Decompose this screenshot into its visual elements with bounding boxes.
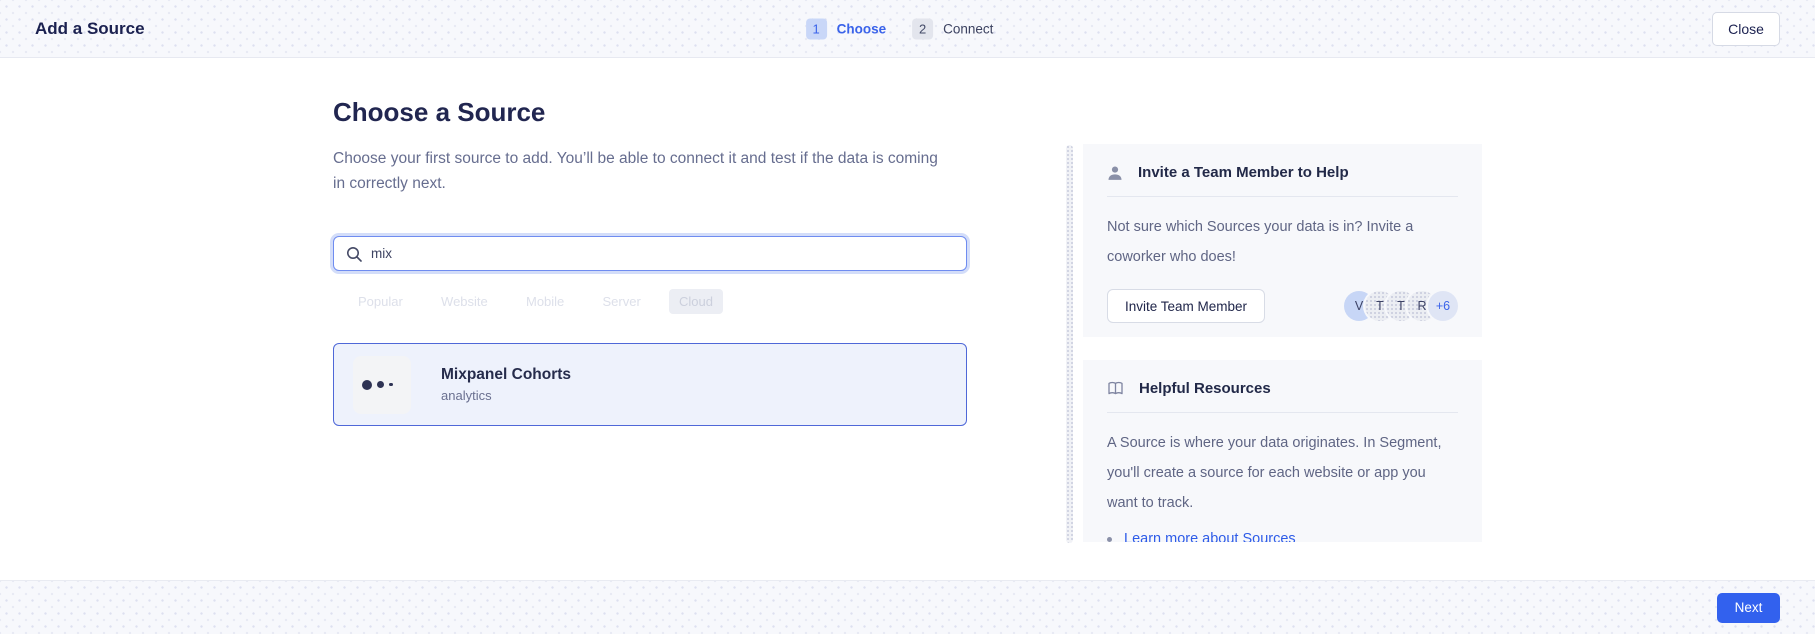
close-button[interactable]: Close	[1712, 12, 1780, 46]
source-result-mixpanel-cohorts[interactable]: Mixpanel Cohorts analytics	[333, 343, 967, 426]
stepper: 1 Choose 2 Connect	[806, 18, 1010, 39]
learn-more-sources-link[interactable]: Learn more about Sources	[1124, 531, 1296, 542]
source-result-title: Mixpanel Cohorts	[441, 366, 571, 384]
mixpanel-logo	[353, 356, 411, 414]
choose-source-heading: Choose a Source	[333, 97, 545, 128]
invite-card-body: Not sure which Sources your data is in? …	[1107, 212, 1458, 272]
source-result-category: analytics	[441, 388, 571, 403]
sidebar-scrollbar[interactable]	[1066, 145, 1073, 543]
category-tabs: Popular Website Mobile Server Cloud	[348, 289, 723, 313]
resources-card-body: A Source is where your data originates. …	[1107, 428, 1458, 518]
tab-mobile[interactable]: Mobile	[516, 289, 574, 314]
avatar-overflow-badge: +6	[1428, 291, 1458, 321]
header-bar: Add a Source 1 Choose 2 Connect Close	[0, 0, 1815, 58]
footer-bar: Next	[0, 580, 1815, 634]
step-2-badge: 2	[912, 18, 933, 39]
tab-website[interactable]: Website	[431, 289, 498, 314]
choose-source-description: Choose your first source to add. You’ll …	[333, 146, 953, 196]
step-2-label[interactable]: Connect	[943, 21, 993, 36]
source-result-text: Mixpanel Cohorts analytics	[441, 366, 571, 403]
page-title: Add a Source	[35, 19, 145, 39]
tab-popular[interactable]: Popular	[348, 289, 413, 314]
resources-card-header: Helpful Resources	[1083, 360, 1482, 412]
step-1-label[interactable]: Choose	[837, 21, 887, 36]
resources-link-list: Learn more about Sources	[1107, 531, 1458, 542]
invite-team-member-button[interactable]: Invite Team Member	[1107, 289, 1265, 323]
invite-card-title: Invite a Team Member to Help	[1138, 164, 1349, 181]
invite-team-card: Invite a Team Member to Help Not sure wh…	[1083, 144, 1482, 337]
tab-server[interactable]: Server	[593, 289, 651, 314]
tab-cloud[interactable]: Cloud	[669, 289, 723, 314]
invite-card-header: Invite a Team Member to Help	[1083, 144, 1482, 196]
divider	[1107, 412, 1458, 413]
resources-card-title: Helpful Resources	[1139, 380, 1271, 397]
bullet-icon	[1107, 537, 1112, 542]
search-input[interactable]	[371, 246, 954, 261]
source-search[interactable]	[333, 236, 967, 271]
book-icon	[1107, 381, 1124, 396]
team-avatar-group: V T T R +6	[1344, 291, 1458, 321]
divider	[1107, 196, 1458, 197]
search-icon	[346, 246, 362, 262]
person-icon	[1107, 165, 1123, 181]
helpful-resources-card: Helpful Resources A Source is where your…	[1083, 360, 1482, 542]
add-source-modal: Add a Source 1 Choose 2 Connect Close Ch…	[0, 0, 1815, 634]
list-item: Learn more about Sources	[1107, 531, 1458, 542]
invite-row: Invite Team Member V T T R +6	[1107, 289, 1458, 323]
next-button[interactable]: Next	[1717, 593, 1780, 623]
step-1-badge: 1	[806, 18, 827, 39]
